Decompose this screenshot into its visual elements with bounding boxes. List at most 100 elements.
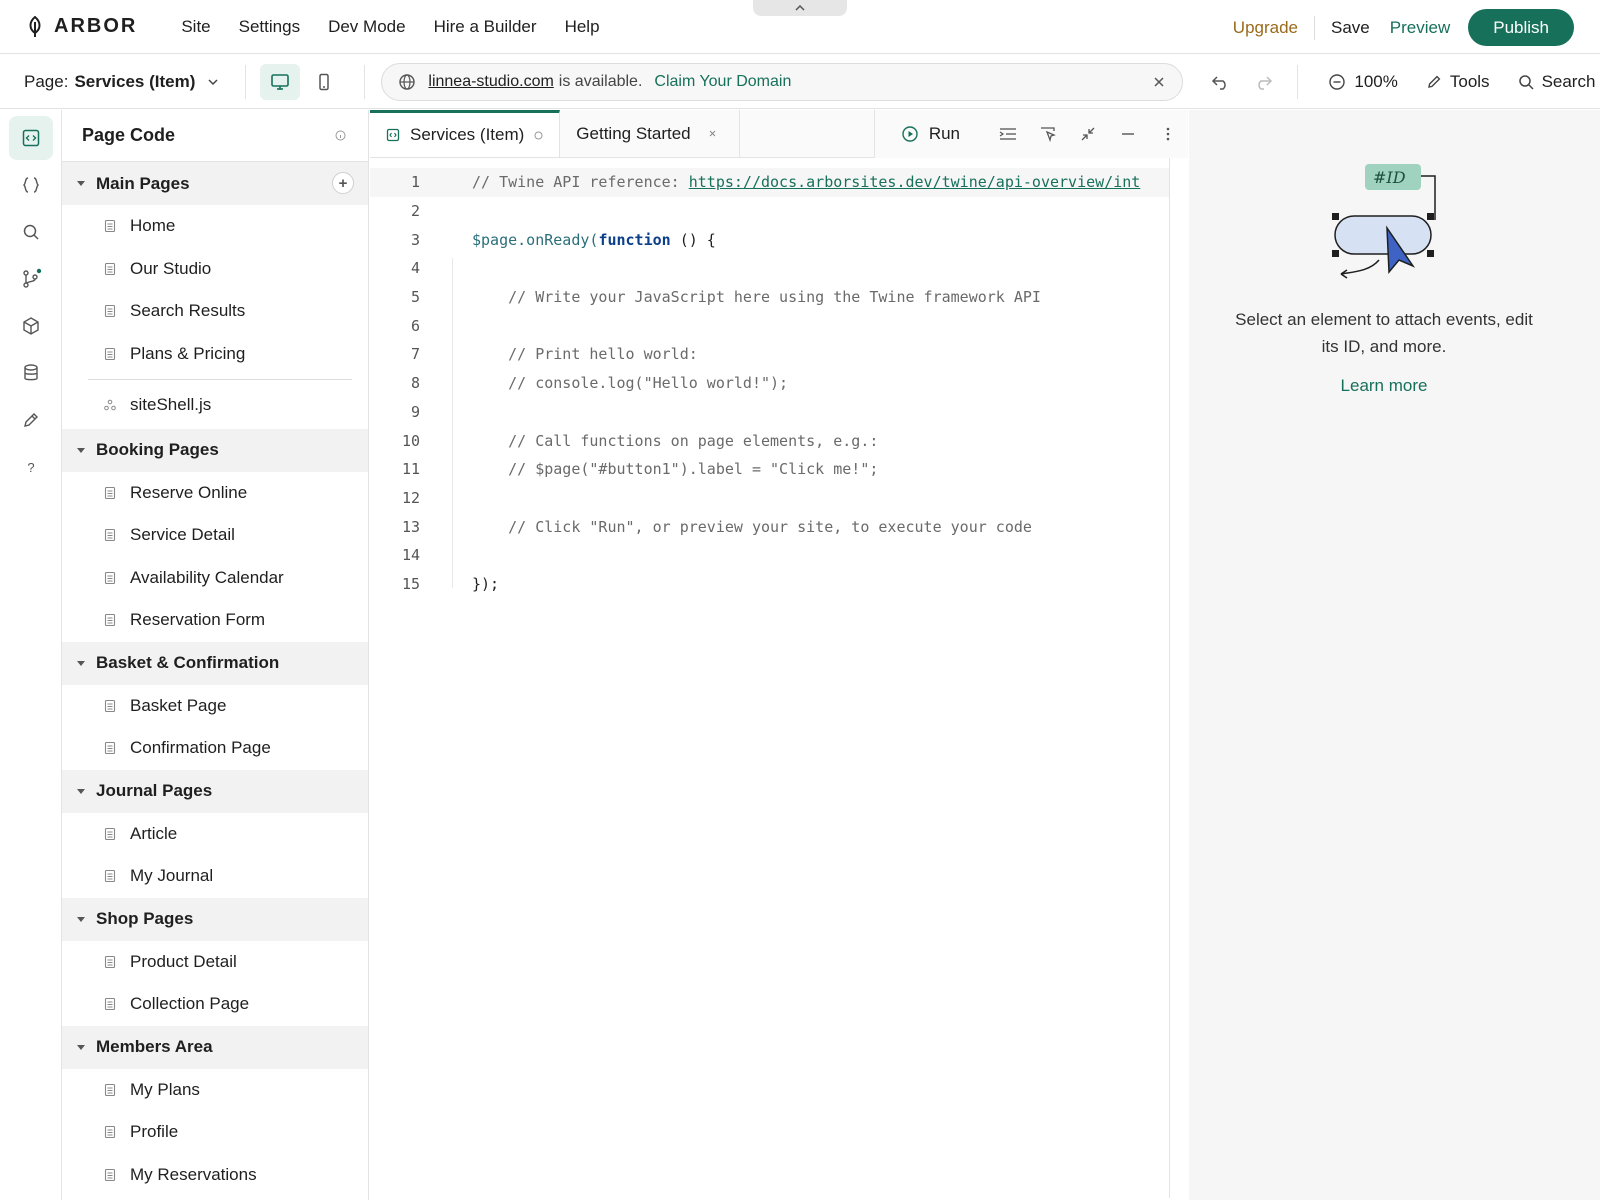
collapse-icon[interactable] (1068, 125, 1108, 143)
tab-getting-started[interactable]: Getting Started (560, 110, 741, 157)
page-item-home[interactable]: Home (62, 205, 368, 248)
save-button[interactable]: Save (1315, 18, 1384, 38)
page-item-reservation-form[interactable]: Reservation Form (62, 599, 368, 642)
help-rail-button[interactable]: ? (9, 445, 53, 489)
line-number: 5 (410, 288, 420, 307)
code-line: 12 (370, 484, 1169, 513)
api-reference-link[interactable]: https://docs.arborsites.dev/twine/api-ov… (689, 173, 1141, 191)
run-label: Run (928, 124, 960, 143)
design-rail-button[interactable] (9, 398, 53, 442)
page-item-my-journal[interactable]: My Journal (62, 855, 368, 898)
page-item-plans-pricing[interactable]: Plans & Pricing (62, 333, 368, 376)
collapse-topbar-button[interactable] (753, 0, 847, 16)
info-icon[interactable] (335, 130, 346, 141)
code-area[interactable]: 1 // Twine API reference: https://docs.ar… (370, 158, 1170, 1198)
page-item-search-results[interactable]: Search Results (62, 290, 368, 333)
page-item-service-detail[interactable]: Service Detail (62, 514, 368, 557)
domain-banner: linnea-studio.com is available. Claim Yo… (381, 62, 1184, 101)
group-label: Shop Pages (96, 909, 194, 928)
line-number: 2 (410, 202, 420, 221)
page-item-availability-calendar[interactable]: Availability Calendar (62, 557, 368, 600)
run-button[interactable]: Run (901, 124, 960, 144)
question-icon: ? (27, 459, 35, 475)
divider (364, 64, 366, 99)
desktop-view-button[interactable] (260, 63, 301, 100)
page-item-collection-page[interactable]: Collection Page (62, 983, 368, 1026)
top-bar: ARBOR Site Settings Dev Mode Hire a Buil… (0, 0, 1600, 54)
group-label: Members Area (96, 1037, 213, 1056)
caret-down-icon (76, 660, 86, 667)
group-booking-pages[interactable]: Booking Pages (62, 428, 368, 472)
more-icon[interactable] (1148, 126, 1188, 142)
group-journal-pages[interactable]: Journal Pages (62, 769, 368, 813)
brand-logo[interactable]: ARBOR (26, 15, 137, 38)
zoom-control[interactable]: 100% (1328, 72, 1398, 92)
chevron-up-icon (795, 5, 805, 11)
publish-button[interactable]: Publish (1468, 9, 1574, 46)
database-rail-button[interactable] (9, 351, 53, 395)
mobile-icon (317, 73, 331, 91)
page-item-reserve-online[interactable]: Reserve Online (62, 472, 368, 515)
code-rail-button[interactable] (9, 163, 53, 207)
site-shell-file[interactable]: siteShell.js (62, 384, 368, 427)
packages-rail-button[interactable] (9, 304, 53, 348)
preview-button[interactable]: Preview (1384, 18, 1468, 38)
page-item-label: Our Studio (130, 258, 212, 278)
page-item-label: My Plans (130, 1079, 200, 1099)
menu-help[interactable]: Help (551, 17, 614, 37)
element-selection-illustration: #ID (1329, 150, 1459, 280)
page-icon (104, 955, 116, 969)
add-page-button[interactable]: + (332, 172, 354, 194)
page-item-confirmation-page[interactable]: Confirmation Page (62, 727, 368, 770)
group-main-pages[interactable]: Main Pages + (62, 162, 368, 205)
brand-name: ARBOR (54, 15, 138, 37)
menu-site[interactable]: Site (167, 17, 224, 37)
learn-more-link[interactable]: Learn more (1229, 376, 1539, 396)
page-item-my-reservations[interactable]: My Reservations (62, 1154, 368, 1197)
top-actions: Upgrade Save Preview Publish (1217, 9, 1574, 46)
page-item-label: Product Detail (130, 951, 237, 971)
upgrade-link[interactable]: Upgrade (1217, 18, 1314, 38)
page-item-my-plans[interactable]: My Plans (62, 1069, 368, 1112)
group-members-area[interactable]: Members Area (62, 1025, 368, 1069)
page-item-label: Collection Page (130, 994, 250, 1014)
menu-dev-mode[interactable]: Dev Mode (314, 17, 419, 37)
search-icon (22, 223, 40, 241)
format-icon[interactable] (988, 127, 1028, 141)
menu-hire-builder[interactable]: Hire a Builder (420, 17, 551, 37)
domain-availability-text: is available. (558, 72, 643, 90)
code-object: $page.onReady( (472, 230, 599, 249)
page-code-rail-button[interactable] (9, 116, 53, 160)
menu-settings[interactable]: Settings (225, 17, 314, 37)
close-icon[interactable] (1154, 76, 1164, 87)
page-selector[interactable]: Page: Services (Item) (24, 72, 219, 92)
search-button[interactable]: Search (1518, 72, 1595, 92)
mobile-view-button[interactable] (304, 64, 344, 100)
select-element-icon[interactable] (1028, 125, 1068, 143)
page-item-label: Availability Calendar (130, 567, 284, 587)
domain-name-link[interactable]: linnea-studio.com (428, 73, 553, 91)
page-item-article[interactable]: Article (62, 813, 368, 856)
group-basket-confirmation[interactable]: Basket & Confirmation (62, 641, 368, 685)
page-icon (104, 571, 116, 585)
page-item-label: Reservation Form (130, 610, 266, 630)
group-shop-pages[interactable]: Shop Pages (62, 897, 368, 941)
minimize-icon[interactable] (1108, 132, 1148, 136)
page-item-product-detail[interactable]: Product Detail (62, 941, 368, 984)
tab-services-item[interactable]: Services (Item) (370, 110, 561, 157)
line-number: 8 (410, 374, 420, 393)
git-rail-button[interactable] (9, 257, 53, 301)
undo-icon[interactable] (1211, 73, 1231, 91)
page-item-profile[interactable]: Profile (62, 1111, 368, 1154)
close-icon[interactable] (709, 130, 716, 137)
claim-domain-link[interactable]: Claim Your Domain (654, 73, 791, 91)
tools-button[interactable]: Tools (1426, 72, 1490, 92)
desktop-icon (270, 73, 290, 91)
page-icon (104, 1083, 116, 1097)
search-rail-button[interactable] (9, 210, 53, 254)
redo-icon[interactable] (1253, 73, 1273, 91)
page-item-basket-page[interactable]: Basket Page (62, 685, 368, 728)
shell-icon (104, 399, 116, 411)
page-item-our-studio[interactable]: Our Studio (62, 248, 368, 291)
code-comment: // Click "Run", or preview your site, to… (472, 517, 1032, 536)
